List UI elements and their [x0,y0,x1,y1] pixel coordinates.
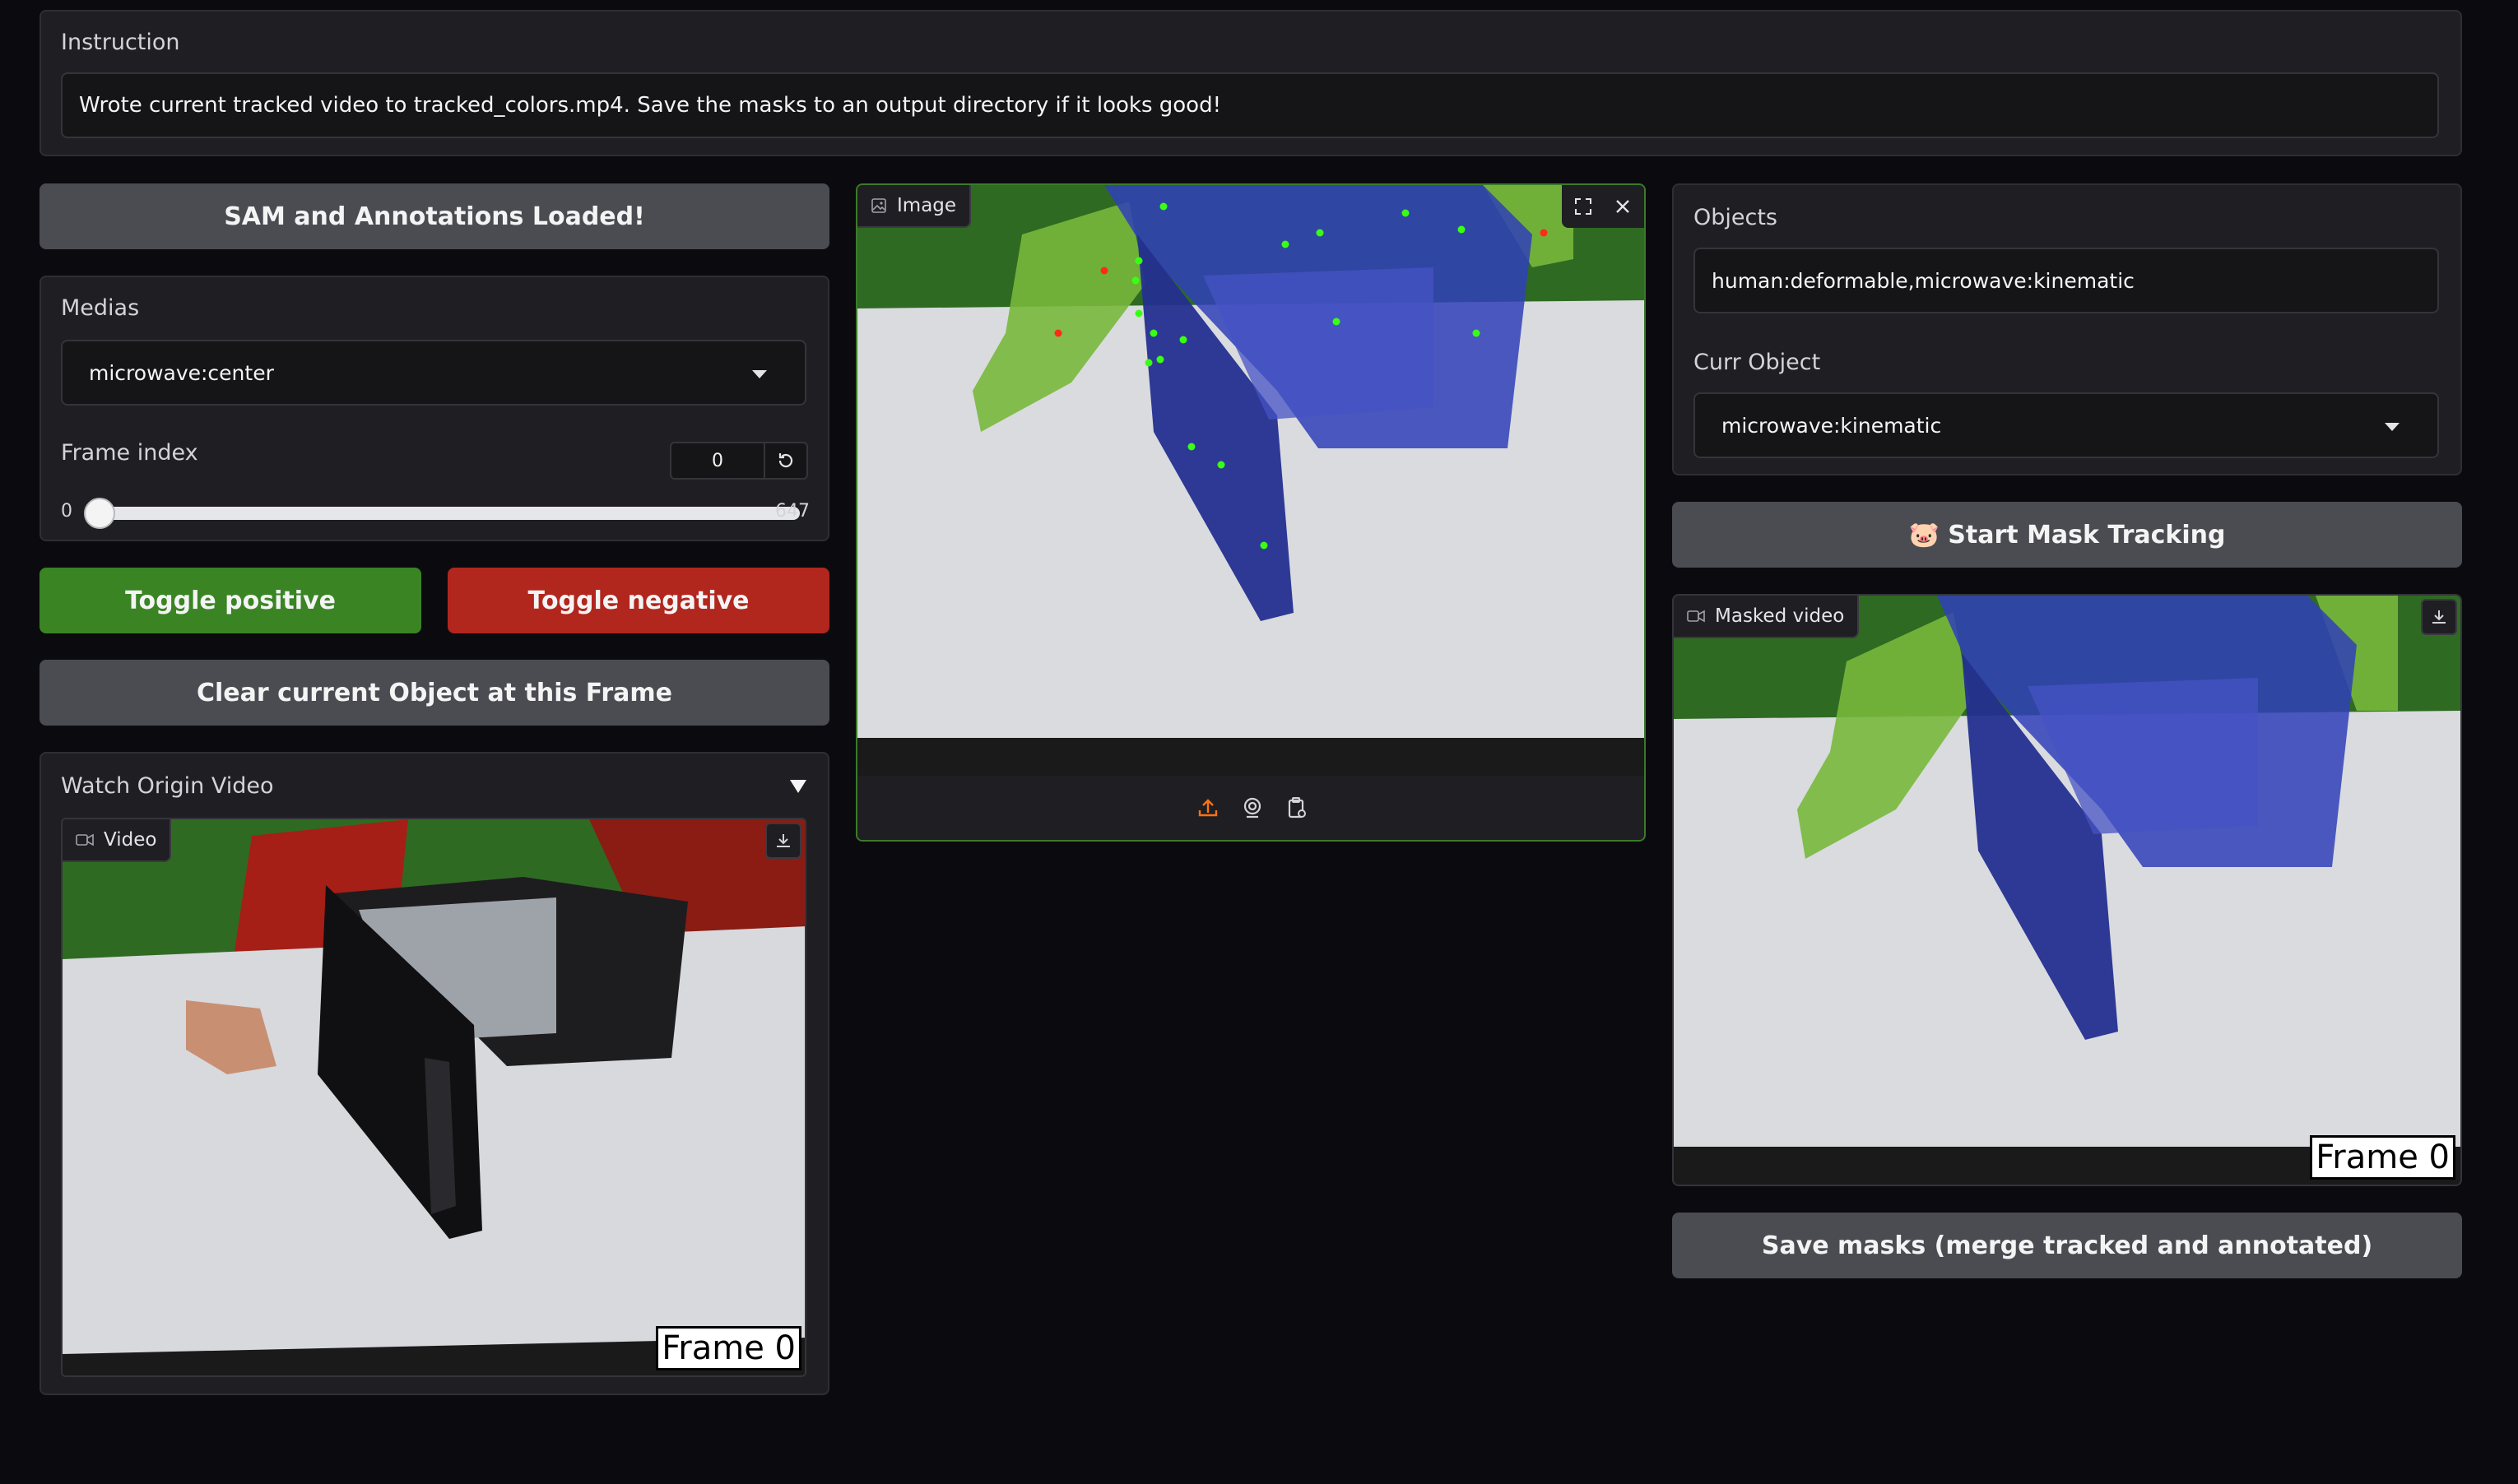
toggle-negative-button[interactable]: Toggle negative [448,568,829,633]
origin-video-player[interactable]: Video Frame 0 [61,818,806,1377]
reset-icon [778,453,793,468]
masked-video-frame [1674,596,2460,1185]
clipboard-icon [1288,797,1306,819]
masked-video-tag: Masked video [1674,596,1860,638]
chevron-down-icon [752,370,767,378]
curr-object-label: Curr Object [1693,350,1821,375]
instruction-panel: Instruction Wrote current tracked video … [39,10,2462,156]
fullscreen-icon [1575,198,1591,215]
objects-panel: Objects human:deformable,microwave:kinem… [1672,183,2462,475]
video-camera-icon [1687,610,1705,623]
masked-video-tag-label: Masked video [1715,605,1845,627]
download-button[interactable] [765,823,801,859]
objects-label: Objects [1693,205,1778,230]
origin-frame-counter: Frame 0 [656,1326,801,1370]
save-masks-button[interactable]: Save masks (merge tracked and annotated) [1672,1213,2462,1278]
masked-frame-counter: Frame 0 [2310,1135,2455,1180]
frame-slider-track[interactable] [99,507,800,520]
slider-min-label: 0 [61,501,72,522]
start-mask-tracking-button[interactable]: 🐷 Start Mask Tracking [1672,502,2462,568]
video-tag-label: Video [104,829,157,851]
reset-button[interactable] [764,442,808,480]
close-image-button[interactable] [1605,188,1641,225]
objects-input[interactable]: human:deformable,microwave:kinematic [1693,248,2439,313]
clipboard-button[interactable] [1279,790,1315,826]
sam-status-button[interactable]: SAM and Annotations Loaded! [39,183,829,249]
medias-panel: Medias microwave:center Frame index 0 0 … [39,276,829,541]
origin-video-frame [63,819,805,1375]
image-source-toolbar [857,776,1644,840]
slider-max-label: 647 [775,501,810,522]
instruction-textbox[interactable]: Wrote current tracked video to tracked_c… [61,72,2439,138]
watch-origin-video-panel: Watch Origin Video Video Frame 0 [39,752,829,1395]
download-icon [2432,610,2446,624]
frame-index-input[interactable]: 0 [670,442,765,480]
close-icon [1616,200,1629,213]
upload-button[interactable] [1190,790,1226,826]
instruction-label: Instruction [61,30,180,55]
webcam-button[interactable] [1234,790,1271,826]
video-camera-icon [76,833,94,846]
frame-slider-handle[interactable] [84,498,115,529]
medias-selected-value: microwave:center [89,360,274,385]
annotation-image-canvas[interactable] [857,185,1644,776]
frame-index-label: Frame index [61,440,198,466]
image-tag: Image [857,185,972,228]
medias-label: Medias [61,295,140,321]
medias-dropdown[interactable]: microwave:center [61,340,806,406]
toggle-positive-button[interactable]: Toggle positive [39,568,421,633]
download-icon [777,834,790,847]
image-icon [871,198,886,213]
curr-object-dropdown[interactable]: microwave:kinematic [1693,392,2439,458]
download-button[interactable] [2421,599,2457,635]
collapse-triangle-icon[interactable] [790,780,806,793]
watch-origin-video-label[interactable]: Watch Origin Video [61,773,273,799]
clear-object-button[interactable]: Clear current Object at this Frame [39,660,829,726]
fullscreen-button[interactable] [1565,188,1601,225]
webcam-icon [1243,797,1261,819]
chevron-down-icon [2385,423,2400,431]
upload-icon [1198,799,1218,817]
annotation-image-panel: Image [856,183,1646,842]
video-tag: Video [63,819,172,862]
annotation-image [857,185,1644,776]
image-tag-label: Image [897,195,957,216]
masked-video-player[interactable]: Masked video Frame 0 [1672,594,2462,1186]
curr-object-selected-value: microwave:kinematic [1721,413,1942,438]
